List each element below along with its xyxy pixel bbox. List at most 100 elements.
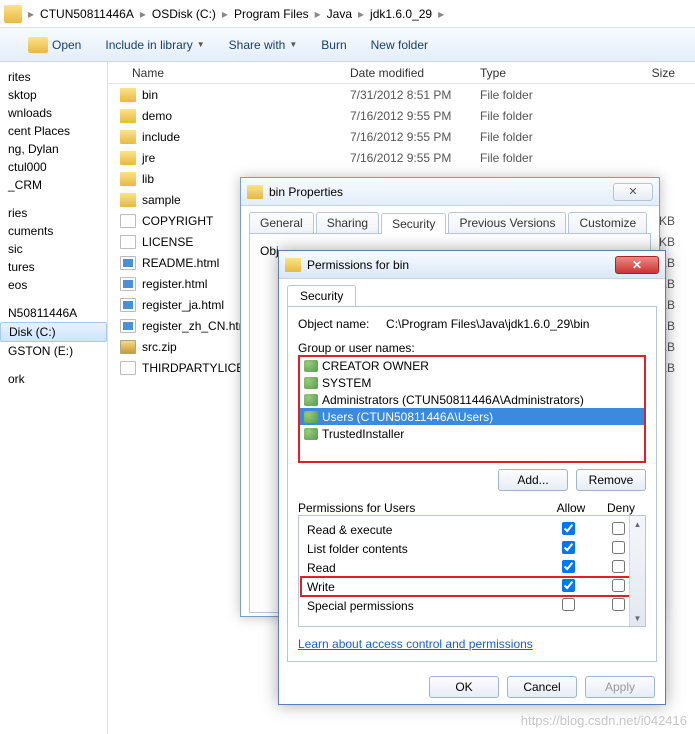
- nav-item[interactable]: ng, Dylan: [0, 140, 107, 158]
- deny-checkbox[interactable]: [612, 598, 625, 611]
- nav-item[interactable]: ries: [0, 204, 107, 222]
- user-group-icon: [304, 377, 318, 389]
- nav-item[interactable]: cuments: [0, 222, 107, 240]
- chevron-right-icon[interactable]: ▸: [220, 7, 230, 21]
- nav-item[interactable]: wnloads: [0, 104, 107, 122]
- nav-item[interactable]: ork: [0, 370, 107, 388]
- group-name: Users (CTUN50811446A\Users): [322, 410, 493, 424]
- folder-open-icon: [28, 37, 48, 53]
- nav-item[interactable]: rites: [0, 68, 107, 86]
- dialog-body: Object name: C:\Program Files\Java\jdk1.…: [287, 306, 657, 662]
- col-name[interactable]: Name: [108, 66, 350, 80]
- group-item[interactable]: Administrators (CTUN50811446A\Administra…: [300, 391, 644, 408]
- permissions-dialog: Permissions for bin ✕ Security Object na…: [278, 250, 666, 705]
- nav-item[interactable]: eos: [0, 276, 107, 294]
- dialog-buttons: OK Cancel Apply: [279, 670, 665, 704]
- file-name: include: [142, 130, 350, 144]
- chevron-right-icon[interactable]: ▸: [436, 7, 446, 21]
- scrollbar[interactable]: ▲ ▼: [629, 516, 645, 626]
- htm-icon: [120, 277, 136, 291]
- allow-checkbox[interactable]: [562, 579, 575, 592]
- col-size[interactable]: Size: [590, 66, 695, 80]
- cancel-button[interactable]: Cancel: [507, 676, 577, 698]
- new-folder-button[interactable]: New folder: [371, 38, 428, 52]
- close-button[interactable]: ✕: [613, 183, 653, 201]
- learn-link[interactable]: Learn about access control and permissio…: [298, 637, 533, 651]
- crumb[interactable]: Program Files: [230, 7, 313, 21]
- scroll-up-icon[interactable]: ▲: [630, 516, 645, 532]
- close-button[interactable]: ✕: [615, 256, 659, 274]
- breadcrumb[interactable]: ▸ CTUN50811446A ▸ OSDisk (C:) ▸ Program …: [0, 0, 695, 28]
- nav-item[interactable]: _CRM: [0, 176, 107, 194]
- deny-checkbox[interactable]: [612, 579, 625, 592]
- folder-icon: [285, 258, 301, 272]
- nav-item[interactable]: ctul000: [0, 158, 107, 176]
- deny-label: Deny: [596, 501, 646, 515]
- deny-checkbox[interactable]: [612, 560, 625, 573]
- file-name: bin: [142, 88, 350, 102]
- file-row[interactable]: include7/16/2012 9:55 PMFile folder: [108, 126, 695, 147]
- remove-button[interactable]: Remove: [576, 469, 646, 491]
- crumb[interactable]: CTUN50811446A: [36, 7, 138, 21]
- tab[interactable]: Sharing: [316, 212, 379, 233]
- share-with-button[interactable]: Share with▼: [229, 38, 298, 52]
- tab[interactable]: Previous Versions: [448, 212, 566, 233]
- deny-checkbox[interactable]: [612, 541, 625, 554]
- tab[interactable]: Security: [381, 213, 446, 234]
- file-row[interactable]: jre7/16/2012 9:55 PMFile folder: [108, 147, 695, 168]
- perm-name: Read & execute: [307, 523, 543, 537]
- folder-icon: [120, 172, 136, 186]
- group-item[interactable]: Users (CTUN50811446A\Users): [300, 408, 644, 425]
- include-library-button[interactable]: Include in library▼: [105, 38, 204, 52]
- file-row[interactable]: bin7/31/2012 8:51 PMFile folder: [108, 84, 695, 105]
- nav-tree[interactable]: ritessktopwnloadscent Placesng, Dylanctu…: [0, 62, 108, 734]
- watermark: https://blog.csdn.net/i042416: [521, 713, 687, 728]
- apply-button[interactable]: Apply: [585, 676, 655, 698]
- allow-checkbox[interactable]: [562, 522, 575, 535]
- add-button[interactable]: Add...: [498, 469, 568, 491]
- group-name: CREATOR OWNER: [322, 359, 429, 373]
- nav-item[interactable]: N50811446A: [0, 304, 107, 322]
- scroll-down-icon[interactable]: ▼: [630, 610, 645, 626]
- nav-item[interactable]: GSTON (E:): [0, 342, 107, 360]
- nav-item[interactable]: Disk (C:): [0, 322, 107, 342]
- column-headers[interactable]: Name Date modified Type Size: [108, 62, 695, 84]
- crumb[interactable]: OSDisk (C:): [148, 7, 220, 21]
- file-row[interactable]: demo7/16/2012 9:55 PMFile folder: [108, 105, 695, 126]
- nav-item[interactable]: sic: [0, 240, 107, 258]
- allow-checkbox[interactable]: [562, 598, 575, 611]
- permission-row: Special permissions: [301, 596, 643, 615]
- nav-item[interactable]: tures: [0, 258, 107, 276]
- chevron-right-icon[interactable]: ▸: [313, 7, 323, 21]
- tab[interactable]: General: [249, 212, 314, 233]
- group-item[interactable]: SYSTEM: [300, 374, 644, 391]
- nav-item[interactable]: sktop: [0, 86, 107, 104]
- group-item[interactable]: CREATOR OWNER: [300, 357, 644, 374]
- file-date: 7/16/2012 9:55 PM: [350, 151, 480, 165]
- titlebar[interactable]: Permissions for bin ✕: [279, 251, 665, 279]
- chevron-right-icon[interactable]: ▸: [26, 7, 36, 21]
- folder-icon: [4, 5, 22, 23]
- open-button[interactable]: Open: [28, 37, 81, 53]
- burn-button[interactable]: Burn: [321, 38, 346, 52]
- allow-checkbox[interactable]: [562, 541, 575, 554]
- col-type[interactable]: Type: [480, 66, 590, 80]
- col-date[interactable]: Date modified: [350, 66, 480, 80]
- allow-checkbox[interactable]: [562, 560, 575, 573]
- group-listbox[interactable]: CREATOR OWNERSYSTEMAdministrators (CTUN5…: [298, 355, 646, 463]
- chevron-right-icon[interactable]: ▸: [138, 7, 148, 21]
- deny-checkbox[interactable]: [612, 522, 625, 535]
- nav-item[interactable]: cent Places: [0, 122, 107, 140]
- file-icon: [120, 214, 136, 228]
- file-type: File folder: [480, 88, 590, 102]
- titlebar[interactable]: bin Properties ✕: [241, 178, 659, 206]
- folder-icon: [120, 109, 136, 123]
- user-group-icon: [304, 360, 318, 372]
- ok-button[interactable]: OK: [429, 676, 499, 698]
- tab[interactable]: Customize: [568, 212, 647, 233]
- crumb[interactable]: jdk1.6.0_29: [366, 7, 436, 21]
- chevron-right-icon[interactable]: ▸: [356, 7, 366, 21]
- group-item[interactable]: TrustedInstaller: [300, 425, 644, 442]
- crumb[interactable]: Java: [323, 7, 356, 21]
- tab-security[interactable]: Security: [287, 285, 356, 306]
